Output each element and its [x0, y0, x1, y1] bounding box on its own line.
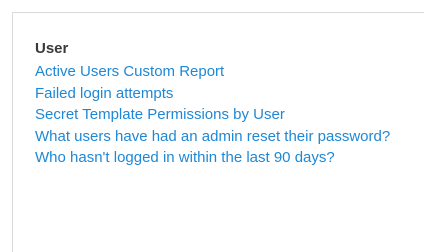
list-item: Who hasn't logged in within the last 90 … — [35, 147, 415, 169]
list-item: Secret Template Permissions by User — [35, 104, 415, 126]
report-link-not-logged-in-90-days[interactable]: Who hasn't logged in within the last 90 … — [35, 147, 415, 169]
list-item: Active Users Custom Report — [35, 61, 415, 83]
report-list: Active Users Custom Report Failed login … — [35, 61, 415, 169]
report-category-panel: User Active Users Custom Report Failed l… — [12, 12, 424, 252]
report-link-failed-login-attempts[interactable]: Failed login attempts — [35, 83, 415, 105]
category-title: User — [35, 40, 69, 57]
report-category-content: User Active Users Custom Report Failed l… — [35, 37, 415, 169]
list-item: What users have had an admin reset their… — [35, 126, 415, 148]
report-link-admin-password-reset[interactable]: What users have had an admin reset their… — [35, 126, 415, 148]
report-link-active-users[interactable]: Active Users Custom Report — [35, 61, 415, 83]
list-item: Failed login attempts — [35, 83, 415, 105]
report-link-secret-template-permissions[interactable]: Secret Template Permissions by User — [35, 104, 415, 126]
